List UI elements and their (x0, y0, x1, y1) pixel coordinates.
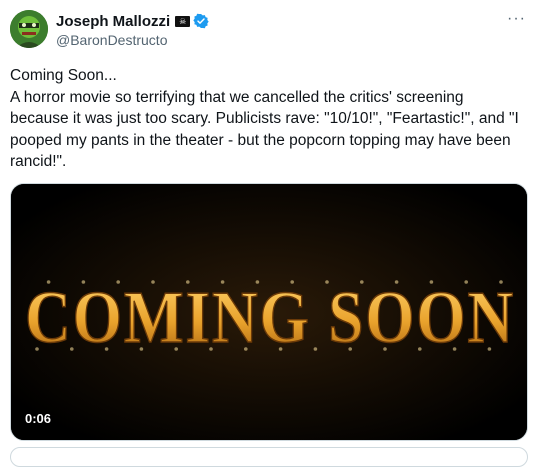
author-info: Joseph Mallozzi ☠ @BaronDestructo (56, 11, 209, 48)
bulb-dot (139, 347, 144, 351)
bulb-dot (290, 280, 295, 284)
bulb-dot (174, 347, 178, 351)
bulb-dot (116, 280, 120, 284)
bulb-dot (360, 280, 364, 284)
bulb-dot (418, 347, 422, 351)
avatar-image (10, 10, 48, 48)
avatar[interactable] (10, 10, 48, 48)
bulb-dot (186, 280, 190, 284)
bulb-dot (383, 347, 387, 351)
video-thumbnail: COMING SOON (11, 184, 527, 440)
bulb-dot (348, 347, 353, 351)
video-player[interactable]: COMING SOON 0:06 (10, 183, 528, 441)
bulb-dot (255, 280, 260, 284)
bulb-dot (70, 347, 74, 351)
bulb-dot (464, 280, 469, 284)
bulb-dot (394, 280, 399, 284)
bulb-dot (487, 347, 492, 351)
bulb-dot (499, 280, 503, 284)
tweet-text: Coming Soon... A horror movie so terrify… (10, 67, 519, 170)
bulb-dot (278, 347, 283, 351)
bulb-dot (429, 280, 434, 284)
more-options-icon[interactable]: ··· (507, 10, 526, 28)
pirate-flag-glyph: ☠ (179, 16, 187, 26)
bulb-dot (325, 280, 329, 284)
bulb-dot (313, 347, 318, 351)
pirate-flag-icon: ☠ (175, 15, 191, 27)
tweet: Joseph Mallozzi ☠ @BaronDestructo ··· Co… (0, 0, 540, 467)
video-duration: 0:06 (25, 411, 52, 426)
bulb-dot (244, 347, 248, 351)
bulb-dot (35, 347, 39, 351)
bulb-dot (209, 347, 213, 351)
coming-soon-title: COMING SOON (25, 277, 515, 359)
bulb-dot (452, 347, 457, 351)
author-handle[interactable]: @BaronDestructo (56, 32, 209, 48)
bulb-dot (151, 280, 155, 284)
bulb-dot (220, 280, 225, 284)
bulb-dot (104, 347, 109, 351)
author-name[interactable]: Joseph Mallozzi (56, 13, 170, 30)
bulb-dot (81, 280, 86, 284)
bulb-dot (46, 280, 51, 284)
verified-badge-icon (193, 13, 209, 29)
next-card-edge (10, 447, 528, 467)
